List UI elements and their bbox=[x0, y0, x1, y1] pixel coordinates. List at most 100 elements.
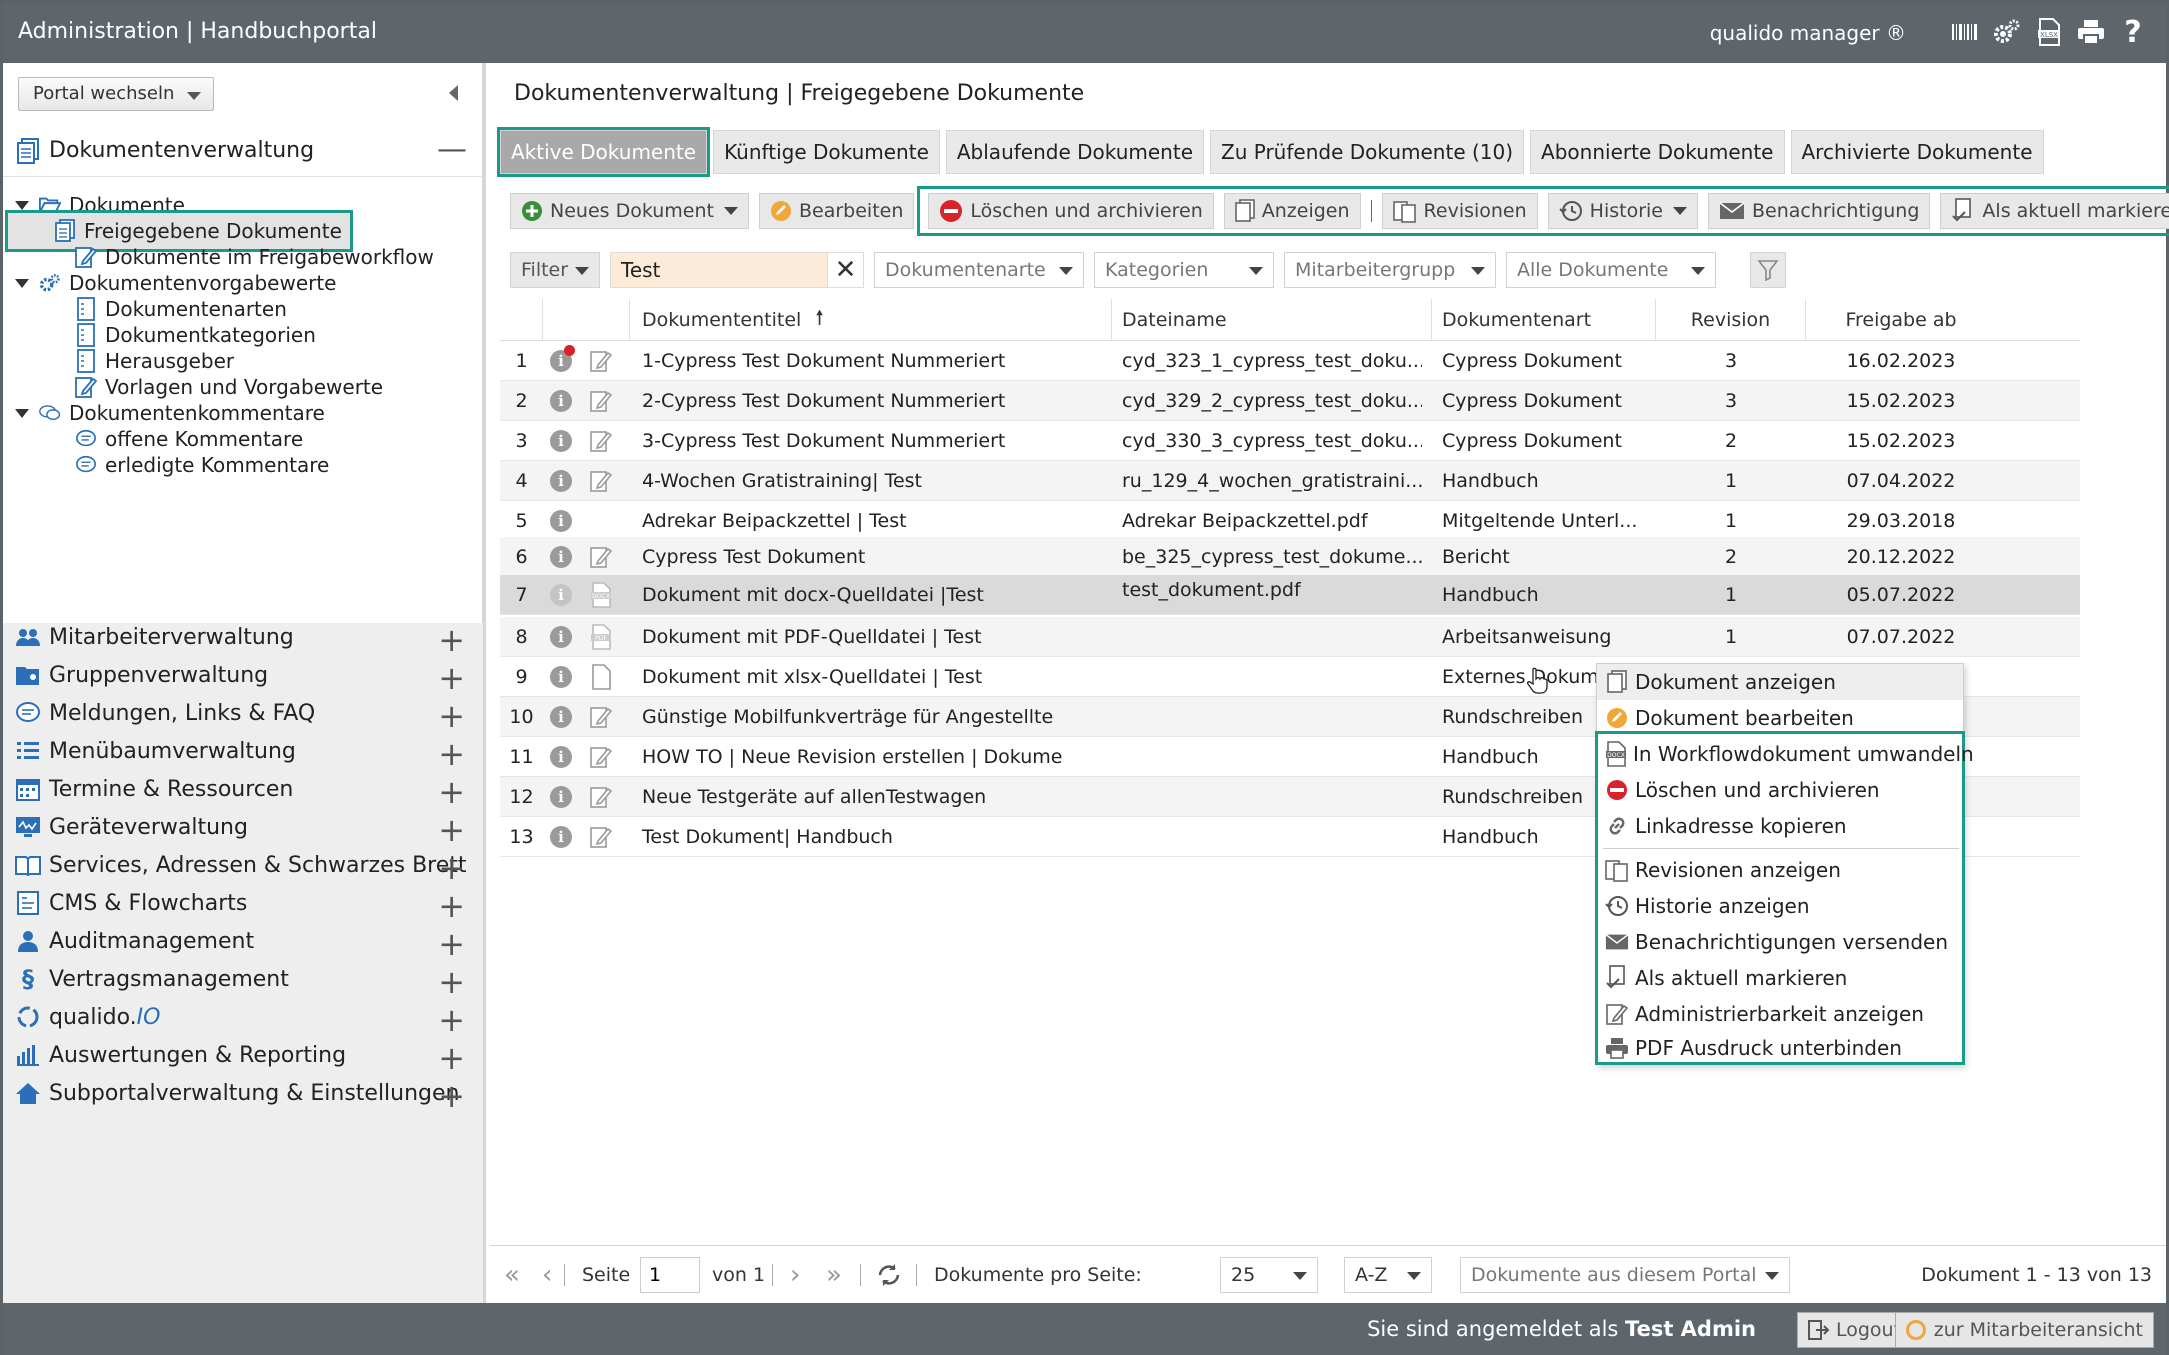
menu-item-copy-link[interactable]: Linkadresse kopieren bbox=[1597, 808, 1963, 844]
info-icon[interactable]: i bbox=[546, 737, 576, 777]
table-row[interactable]: 1 1-Cypress Test Dokument Nummeriert cyd_3… bbox=[500, 341, 2080, 381]
file-name bbox=[1112, 617, 1422, 657]
info-icon[interactable]: i bbox=[546, 777, 576, 817]
menu-item-convert-workflow[interactable]: DOCX In Workflowdokument umwandeln bbox=[1597, 736, 1974, 772]
history-button[interactable]: Historie bbox=[1547, 193, 1698, 229]
section-13[interactable]: Subportalverwaltung & Einstellungen + bbox=[3, 1067, 483, 1119]
info-icon[interactable]: i bbox=[546, 575, 576, 615]
edit-document-icon[interactable] bbox=[586, 461, 616, 501]
menu-item-document-show[interactable]: Dokument anzeigen bbox=[1597, 664, 1963, 700]
all-documents-select[interactable]: Alle Dokumente bbox=[1506, 252, 1716, 288]
edit-document-icon[interactable] bbox=[586, 737, 616, 777]
pencil-orange-icon bbox=[1605, 705, 1629, 731]
document-type-select[interactable]: Dokumentenarte bbox=[874, 252, 1084, 288]
menu-item-revisions[interactable]: Revisionen anzeigen bbox=[1597, 852, 1963, 888]
edit-document-icon[interactable] bbox=[586, 421, 616, 461]
caret-down-icon[interactable] bbox=[15, 200, 29, 210]
pdf-icon[interactable]: PDF bbox=[586, 617, 616, 657]
table-row[interactable]: 2 2-Cypress Test Dokument Nummeriert cyd_3… bbox=[500, 381, 2080, 421]
table-row[interactable]: 3 3-Cypress Test Dokument Nummeriert cyd_3… bbox=[500, 421, 2080, 461]
filter-dropdown[interactable]: Filter bbox=[510, 252, 600, 288]
category-select[interactable]: Kategorien bbox=[1094, 252, 1274, 288]
info-icon[interactable]: i bbox=[546, 501, 576, 541]
tab-aktive-dokumente[interactable]: Aktive Dokumente bbox=[496, 127, 711, 177]
printer-icon[interactable] bbox=[2076, 15, 2106, 49]
info-icon[interactable]: i bbox=[546, 341, 576, 381]
menu-item-document-edit[interactable]: Dokument bearbeiten bbox=[1597, 700, 1963, 736]
tab-kuenftige-dokumente[interactable]: Künftige Dokumente bbox=[713, 130, 940, 174]
show-button[interactable]: Anzeigen bbox=[1223, 193, 1361, 229]
sort-select[interactable]: A-Z bbox=[1344, 1257, 1432, 1293]
docx-icon[interactable]: DOCX bbox=[586, 575, 616, 615]
first-page-icon[interactable]: « bbox=[504, 1246, 520, 1304]
tab-archivierte-dokumente[interactable]: Archivierte Dokumente bbox=[1790, 130, 2044, 174]
menu-item-delete-archive[interactable]: Löschen und archivieren bbox=[1597, 772, 1963, 808]
menu-item-send-notifications[interactable]: Benachrichtigungen versenden bbox=[1597, 924, 1963, 960]
paragraph-icon: § bbox=[22, 965, 34, 993]
caret-down-icon[interactable] bbox=[15, 408, 29, 418]
gears-icon[interactable] bbox=[1992, 15, 2022, 49]
funnel-filter-icon[interactable] bbox=[1750, 252, 1786, 288]
edit-button[interactable]: Bearbeiten bbox=[758, 193, 915, 229]
xlsx-export-icon[interactable]: XLSX bbox=[2034, 15, 2064, 49]
col-doc-type[interactable]: Dokumentenart bbox=[1432, 299, 1656, 341]
menu-item-mark-current[interactable]: Als aktuell markieren bbox=[1597, 960, 1963, 996]
info-icon[interactable]: i bbox=[546, 537, 576, 577]
col-release-date[interactable]: Freigabe ab bbox=[1806, 299, 1996, 341]
last-page-icon[interactable]: » bbox=[826, 1246, 842, 1304]
barcode-icon[interactable] bbox=[1950, 15, 1980, 49]
table-row[interactable]: 7 Dokument mit docx-Quelldatei |Test test_… bbox=[500, 575, 2080, 615]
new-document-button[interactable]: Neues Dokument bbox=[510, 193, 749, 229]
section-dokumentenverwaltung[interactable]: Dokumentenverwaltung — bbox=[3, 125, 483, 177]
col-title[interactable]: Dokumententitel 🠕 bbox=[630, 299, 1112, 341]
table-row[interactable]: 8 Dokument mit PDF-Quelldatei | Test Arbei… bbox=[500, 617, 2080, 657]
menu-item-administrability[interactable]: Administrierbarkeit anzeigen bbox=[1597, 996, 1963, 1032]
edit-document-icon[interactable] bbox=[586, 817, 616, 857]
revisions-button[interactable]: Revisionen bbox=[1381, 193, 1538, 229]
blank-document-icon[interactable] bbox=[586, 657, 616, 697]
clear-search-icon[interactable]: ✕ bbox=[828, 252, 864, 288]
section-label: Services, Adressen & Schwarzes Brett bbox=[49, 852, 467, 878]
mark-current-button[interactable]: Als aktuell markieren bbox=[1940, 193, 2169, 229]
tree-item-erledigte-kommentare[interactable]: erledigte Kommentare bbox=[75, 447, 329, 483]
table-row[interactable]: 4 4-Wochen Gratistraining| Test ru_129_4_w… bbox=[500, 461, 2080, 501]
collapse-section-icon[interactable]: — bbox=[437, 135, 467, 165]
expand-section-icon[interactable]: + bbox=[438, 1077, 465, 1115]
info-icon[interactable]: i bbox=[546, 381, 576, 421]
collapse-sidebar-icon[interactable] bbox=[449, 85, 458, 101]
employee-view-button[interactable]: zur Mitarbeiteransicht bbox=[1894, 1312, 2154, 1348]
page-number-input[interactable] bbox=[640, 1257, 700, 1293]
prev-page-icon[interactable]: ‹ bbox=[542, 1246, 552, 1304]
employee-group-select[interactable]: Mitarbeitergrupp bbox=[1284, 252, 1496, 288]
col-revision[interactable]: Revision bbox=[1656, 299, 1806, 341]
notification-button[interactable]: Benachrichtigung bbox=[1708, 193, 1931, 229]
table-row[interactable]: 5 Adrekar Beipackzettel | Test Adrekar Bei… bbox=[500, 501, 2080, 541]
refresh-icon[interactable] bbox=[876, 1246, 902, 1304]
edit-document-icon[interactable] bbox=[586, 341, 616, 381]
info-icon[interactable]: i bbox=[546, 461, 576, 501]
tab-abonnierte-dokumente[interactable]: Abonnierte Dokumente bbox=[1530, 130, 1785, 174]
tab-ablaufende-dokumente[interactable]: Ablaufende Dokumente bbox=[945, 130, 1205, 174]
menu-item-block-pdf-print[interactable]: PDF Ausdruck unterbinden bbox=[1597, 1030, 1963, 1066]
table-row[interactable]: 6 Cypress Test Dokument be_325_cypress_tes… bbox=[500, 537, 2080, 577]
delete-archive-button[interactable]: Löschen und archivieren bbox=[928, 193, 1214, 229]
col-filename[interactable]: Dateiname bbox=[1112, 299, 1432, 341]
tab-zu-pruefende-dokumente[interactable]: Zu Prüfende Dokumente (10) bbox=[1210, 130, 1525, 174]
search-input[interactable] bbox=[610, 252, 828, 288]
portal-filter-select[interactable]: Dokumente aus diesem Portal bbox=[1460, 1257, 1790, 1293]
caret-down-icon[interactable] bbox=[15, 278, 29, 288]
info-icon[interactable]: i bbox=[546, 617, 576, 657]
edit-document-icon[interactable] bbox=[586, 697, 616, 737]
info-icon[interactable]: i bbox=[546, 657, 576, 697]
per-page-select[interactable]: 25 bbox=[1220, 1257, 1318, 1293]
info-icon[interactable]: i bbox=[546, 697, 576, 737]
edit-document-icon[interactable] bbox=[586, 537, 616, 577]
help-icon[interactable]: ? bbox=[2118, 15, 2148, 50]
edit-document-icon[interactable] bbox=[586, 777, 616, 817]
info-icon[interactable]: i bbox=[546, 817, 576, 857]
info-icon[interactable]: i bbox=[546, 421, 576, 461]
portal-switch-dropdown[interactable]: Portal wechseln bbox=[18, 77, 214, 111]
next-page-icon[interactable]: › bbox=[790, 1246, 800, 1304]
menu-item-history[interactable]: Historie anzeigen bbox=[1597, 888, 1963, 924]
edit-document-icon[interactable] bbox=[586, 381, 616, 421]
